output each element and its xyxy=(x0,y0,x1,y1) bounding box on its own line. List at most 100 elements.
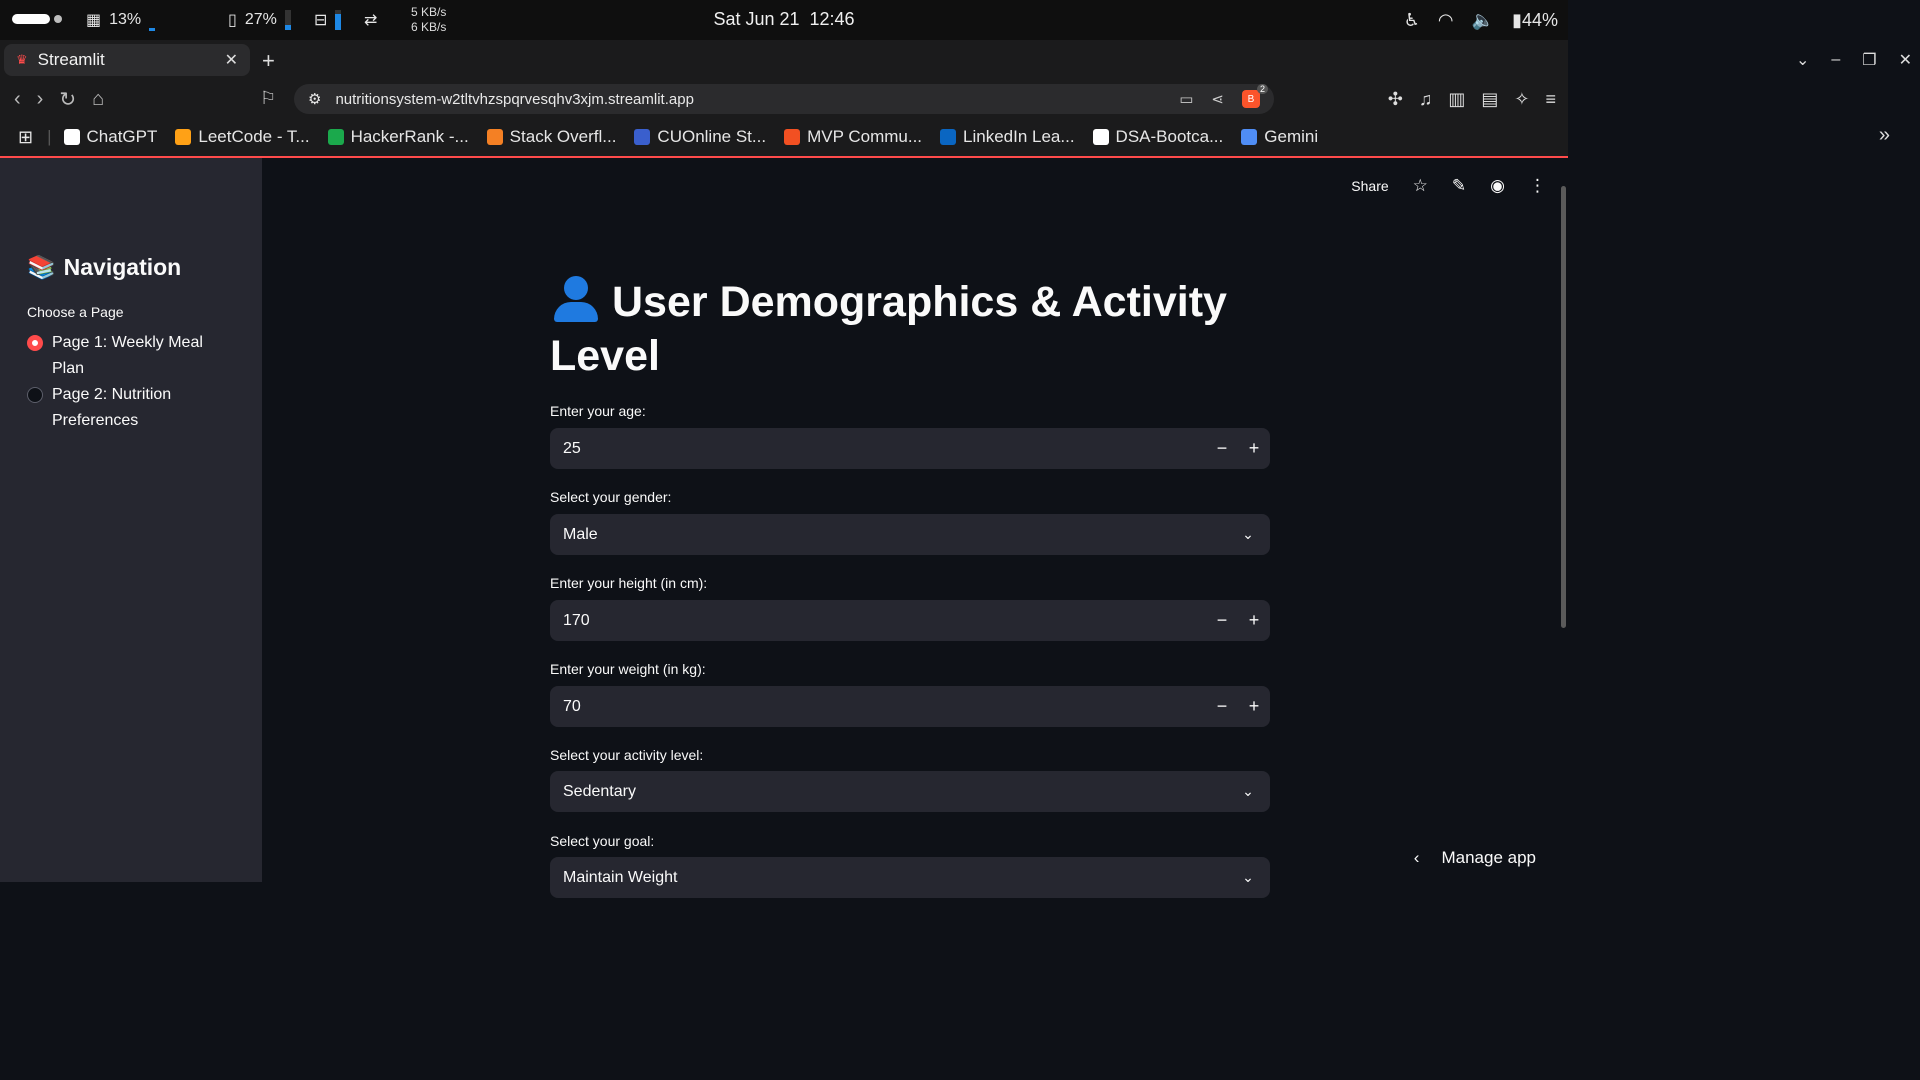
sidebar-toggle-icon[interactable]: ▥ xyxy=(1448,89,1465,110)
reload-icon[interactable]: ↻ xyxy=(59,87,76,112)
back-icon[interactable]: ‹ xyxy=(14,88,21,111)
gender-select[interactable]: Male ⌄ xyxy=(550,514,1270,555)
radio-button[interactable] xyxy=(27,387,43,403)
activity-select[interactable]: Sedentary ⌄ xyxy=(550,771,1270,812)
bookmark-page-icon[interactable]: ⚐ xyxy=(260,88,276,109)
bookmark-item[interactable]: Gemini xyxy=(1241,127,1318,147)
bookmark-item[interactable]: MVP Commu... xyxy=(784,127,922,147)
volume-icon[interactable]: 🔈 xyxy=(1472,10,1494,31)
manage-app-button[interactable]: ‹ Manage app xyxy=(1414,848,1536,868)
new-tab-button[interactable]: + xyxy=(262,48,275,74)
bookmark-item[interactable]: DSA-Bootca... xyxy=(1092,127,1224,147)
network-upload: 6 KB/s xyxy=(411,20,447,34)
shields-count: 2 xyxy=(1256,84,1268,94)
brave-shields-icon[interactable]: B2 xyxy=(1242,84,1268,108)
more-options-icon[interactable]: ⋮ xyxy=(1529,176,1546,196)
sidebar: 📚 Navigation Choose a Page Page 1: Weekl… xyxy=(0,158,262,882)
bookmark-label: MVP Commu... xyxy=(807,127,923,146)
menu-icon[interactable]: ≡ xyxy=(1545,89,1556,110)
bookmark-item[interactable]: ChatGPT xyxy=(63,127,158,147)
wifi-icon[interactable]: ◠ xyxy=(1438,10,1454,31)
close-window-icon[interactable]: ✕ xyxy=(1899,50,1912,70)
cuonline-icon xyxy=(634,129,651,145)
leo-ai-icon[interactable]: ✧ xyxy=(1514,89,1529,110)
radio-button[interactable] xyxy=(27,335,43,351)
hackerrank-icon xyxy=(327,129,344,145)
cpu-percent: 13% xyxy=(109,11,142,28)
weight-decrement-button[interactable]: − xyxy=(1206,686,1238,727)
star-icon[interactable]: ☆ xyxy=(1413,176,1428,196)
url-bar[interactable]: ⚙ nutritionsystem-w2tltvhzspqrvesqhv3xjm… xyxy=(294,84,1274,114)
tab-streamlit[interactable]: ♛ Streamlit ✕ xyxy=(4,44,250,76)
age-increment-button[interactable]: + xyxy=(1238,428,1270,469)
more-bookmarks-icon[interactable]: » xyxy=(1879,124,1890,147)
height-value[interactable]: 170 xyxy=(563,612,590,630)
activity-label: Select your activity level: xyxy=(550,747,704,763)
age-decrement-button[interactable]: − xyxy=(1206,428,1238,469)
height-decrement-button[interactable]: − xyxy=(1206,600,1238,641)
site-settings-icon[interactable]: ⚙ xyxy=(308,90,321,108)
battery-indicator[interactable]: ▮44% xyxy=(1512,10,1558,31)
memory-icon: ▯ xyxy=(228,12,237,29)
battery-icon: ▮ xyxy=(1512,9,1522,30)
height-input[interactable]: 170 − + xyxy=(550,600,1270,641)
share-button[interactable]: Share xyxy=(1351,178,1388,194)
tab-title: Streamlit xyxy=(37,50,105,69)
bookmark-label: CUOnline St... xyxy=(657,127,767,146)
cpu-graph xyxy=(149,9,193,31)
weight-value[interactable]: 70 xyxy=(563,698,581,716)
system-top-bar: ▦ 13% ▯ 27% ⊟ ⇄ 5 KB/s 6 KB/s Sat Jun 21… xyxy=(0,0,1568,40)
tab-close-icon[interactable]: ✕ xyxy=(225,50,238,70)
share-page-icon[interactable]: ⋖ xyxy=(1211,90,1224,108)
weight-label: Enter your weight (in kg): xyxy=(550,661,706,677)
weight-increment-button[interactable]: + xyxy=(1238,686,1270,727)
tab-strip: ♛ Streamlit ✕ xyxy=(0,40,1568,80)
cast-icon[interactable]: ▭ xyxy=(1179,90,1193,108)
user-icon xyxy=(550,274,602,322)
restore-icon[interactable]: ❐ xyxy=(1862,50,1876,70)
tab-search-icon[interactable]: ⌄ xyxy=(1796,50,1809,70)
bookmark-label: DSA-Bootca... xyxy=(1115,127,1224,146)
activities-indicator[interactable] xyxy=(12,14,50,24)
disk-bar xyxy=(335,10,342,30)
wallet-icon[interactable]: ▤ xyxy=(1481,89,1498,110)
forward-icon[interactable]: › xyxy=(37,88,44,111)
goal-select[interactable]: Maintain Weight ⌄ xyxy=(550,857,1270,898)
bookmark-item[interactable]: Stack Overfl... xyxy=(486,127,616,147)
streamlit-favicon-icon: ♛ xyxy=(16,52,28,67)
radio-option-page-2[interactable]: Page 2: Nutrition Preferences xyxy=(27,382,237,434)
bookmark-item[interactable]: LeetCode - T... xyxy=(175,127,310,147)
github-icon xyxy=(1092,129,1109,145)
bookmark-label: Gemini xyxy=(1264,127,1319,146)
home-icon[interactable]: ⌂ xyxy=(92,88,104,111)
bookmark-label: ChatGPT xyxy=(86,127,158,146)
address-toolbar: ‹ › ↻ ⌂ ⚐ ⚙ nutritionsystem-w2tltvhzspqr… xyxy=(0,80,1568,118)
age-input[interactable]: 25 − + xyxy=(550,428,1270,469)
gender-label: Select your gender: xyxy=(550,489,672,505)
chevron-down-icon[interactable]: ⌄ xyxy=(1226,783,1270,800)
bookmark-item[interactable]: CUOnline St... xyxy=(634,127,766,147)
github-icon[interactable]: ◉ xyxy=(1490,176,1505,196)
bookmark-item[interactable]: HackerRank -... xyxy=(327,127,469,147)
weight-input[interactable]: 70 − + xyxy=(550,686,1270,727)
accessibility-icon[interactable]: ♿ xyxy=(1404,10,1420,31)
network-speed: 5 KB/s 6 KB/s xyxy=(411,5,446,35)
media-icon[interactable]: ♫ xyxy=(1419,89,1433,110)
goal-label: Select your goal: xyxy=(550,833,655,849)
bookmark-item[interactable]: LinkedIn Lea... xyxy=(940,127,1075,147)
edit-icon[interactable]: ✎ xyxy=(1452,176,1466,196)
bookmark-label: LeetCode - T... xyxy=(198,127,310,146)
age-value[interactable]: 25 xyxy=(563,440,581,458)
scrollbar[interactable] xyxy=(1561,186,1566,628)
url-text[interactable]: nutritionsystem-w2tltvhzspqrvesqhv3xjm.s… xyxy=(335,91,693,108)
chevron-down-icon[interactable]: ⌄ xyxy=(1226,869,1270,886)
bookmarks-divider: | xyxy=(47,127,52,146)
minimize-icon[interactable]: – xyxy=(1831,51,1840,69)
radio-option-page-1[interactable]: Page 1: Weekly Meal Plan xyxy=(27,330,237,382)
disk-monitor: ⊟ xyxy=(314,0,342,40)
height-increment-button[interactable]: + xyxy=(1238,600,1270,641)
chevron-down-icon[interactable]: ⌄ xyxy=(1226,526,1270,543)
apps-grid-icon[interactable]: ⊞ xyxy=(18,127,33,148)
extensions-icon[interactable]: ✣ xyxy=(1388,89,1403,110)
network-download: 5 KB/s xyxy=(411,5,447,19)
